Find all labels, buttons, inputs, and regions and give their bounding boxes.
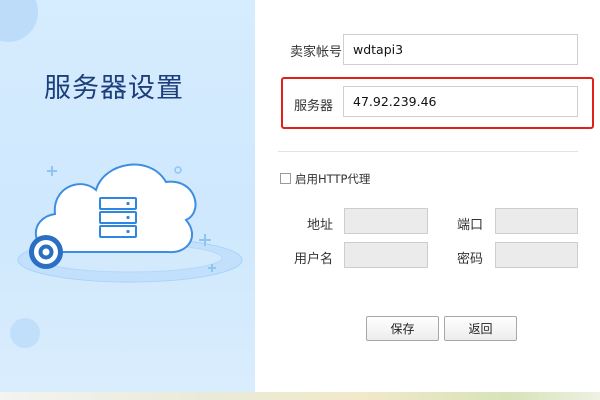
cloud-server-illustration (17, 163, 243, 283)
http-proxy-checkbox-label[interactable]: 启用HTTP代理 (295, 171, 370, 187)
page-title: 服务器设置 (44, 73, 184, 104)
proxy-username-input[interactable] (344, 242, 428, 268)
decoration-circle (10, 318, 40, 348)
proxy-username-label: 用户名 (294, 252, 334, 267)
proxy-address-label: 地址 (307, 218, 334, 233)
gear-icon (29, 235, 63, 269)
proxy-password-input[interactable] (495, 242, 578, 268)
proxy-port-label: 端口 (457, 218, 484, 233)
http-proxy-checkbox[interactable] (280, 173, 291, 184)
seller-account-input[interactable]: wdtapi3 (343, 34, 578, 65)
server-input[interactable]: 47.92.239.46 (343, 86, 578, 117)
server-label: 服务器 (294, 99, 334, 114)
proxy-port-input[interactable] (495, 208, 578, 234)
left-panel: 服务器设置 (0, 0, 255, 392)
back-button[interactable]: 返回 (444, 316, 517, 341)
seller-account-label: 卖家帐号 (290, 45, 343, 60)
save-button[interactable]: 保存 (366, 316, 439, 341)
sparkle-icon (174, 166, 182, 174)
proxy-password-label: 密码 (457, 252, 484, 267)
divider (278, 151, 578, 152)
background-strip (0, 392, 600, 400)
decoration-circle (0, 0, 38, 42)
proxy-address-input[interactable] (344, 208, 428, 234)
